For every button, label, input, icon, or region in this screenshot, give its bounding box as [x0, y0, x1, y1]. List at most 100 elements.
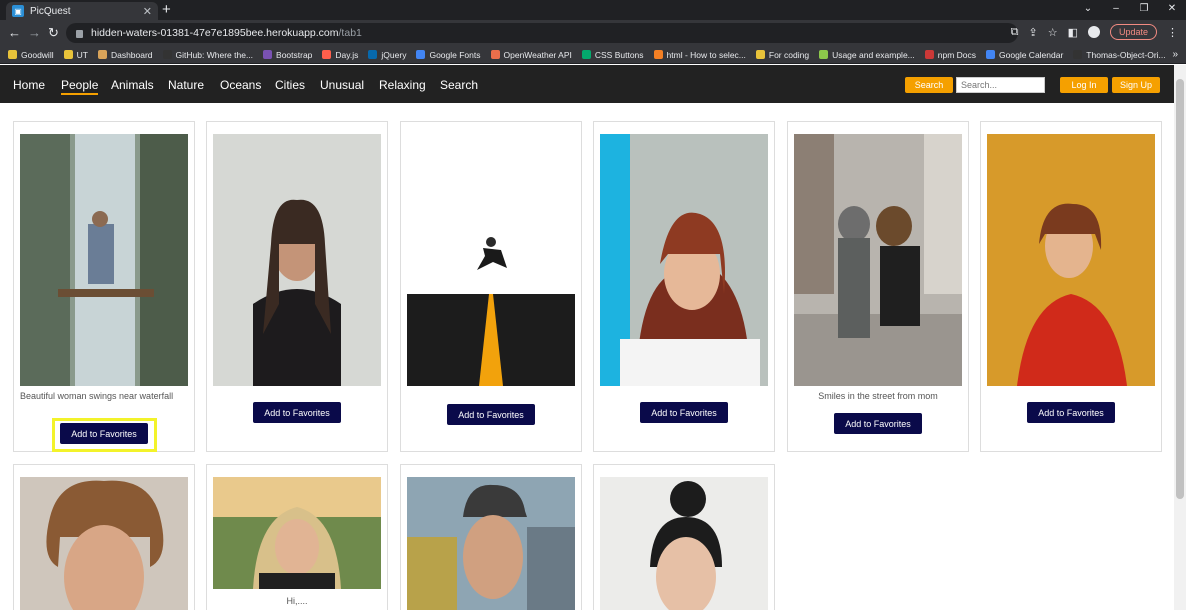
nav-nature[interactable]: Nature	[168, 78, 204, 92]
browser-toolbar: ← → ↻ hidden-waters-01381-47e7e1895bee.h…	[0, 20, 1186, 46]
new-tab-icon[interactable]: +	[162, 1, 171, 18]
bookmark-label: GitHub: Where the...	[175, 49, 254, 60]
login-button[interactable]: Log In	[1060, 77, 1108, 93]
bookmark-item[interactable]: Google Fonts	[416, 49, 481, 60]
search-input[interactable]	[956, 77, 1045, 93]
nav-cities[interactable]: Cities	[275, 78, 305, 92]
bookmark-label: html - How to selec...	[666, 49, 746, 60]
bookmark-icon	[322, 50, 332, 59]
nav-search[interactable]: Search	[440, 78, 478, 92]
nav-oceans[interactable]: Oceans	[220, 78, 261, 92]
profile-avatar[interactable]	[1087, 26, 1100, 38]
card-caption: Hi,....	[286, 596, 308, 606]
page-scrollbar[interactable]	[1174, 65, 1186, 610]
bookmark-item[interactable]: Day.js	[322, 50, 358, 60]
bookmark-star-icon[interactable]: ☆	[1048, 26, 1058, 39]
nav-home[interactable]: Home	[13, 78, 45, 92]
bookmark-icon	[416, 50, 426, 59]
nav-animals[interactable]: Animals	[111, 78, 154, 92]
nav-unusual[interactable]: Unusual	[320, 78, 364, 92]
bookmark-label: Google Fonts	[429, 49, 481, 60]
reload-icon[interactable]: ↻	[48, 25, 59, 41]
url-text: hidden-waters-01381-47e7e1895bee.herokua…	[91, 27, 362, 39]
add-to-favorites-button[interactable]: Add to Favorites	[640, 402, 728, 423]
bookmark-item[interactable]: Usage and example...	[819, 50, 915, 60]
install-icon[interactable]: ⧉	[1011, 26, 1019, 39]
card-photo	[987, 134, 1155, 386]
close-tab-icon[interactable]: ✕	[143, 5, 152, 18]
bookmark-item[interactable]: GitHub: Where the...	[162, 49, 254, 60]
bookmark-icon	[368, 50, 378, 59]
nav-relaxing[interactable]: Relaxing	[379, 78, 426, 92]
bookmark-item[interactable]: Dashboard	[97, 49, 153, 60]
share-icon[interactable]: ⇪	[1028, 26, 1037, 39]
restore-icon[interactable]: ❐	[1130, 0, 1158, 20]
card-photo	[20, 477, 188, 610]
tab-search-icon[interactable]: ⌄	[1074, 0, 1102, 20]
bookmark-item[interactable]: UT	[63, 50, 88, 60]
bookmark-item[interactable]: For coding	[755, 49, 810, 60]
bookmark-icon	[97, 50, 107, 59]
photo-card: Beautiful woman swings near waterfall Ad…	[13, 121, 195, 452]
card-caption: Beautiful woman swings near waterfall	[20, 391, 174, 401]
bookmark-label: For coding	[768, 49, 810, 60]
photo-card: Add to Favorites	[400, 121, 582, 452]
bookmark-icon	[162, 50, 172, 59]
card-photo	[213, 134, 381, 386]
card-photo	[794, 134, 962, 386]
photo-card	[593, 464, 775, 610]
card-photo	[600, 477, 768, 610]
bookmark-icon	[63, 50, 73, 59]
bookmark-item[interactable]: html - How to selec...	[653, 49, 746, 60]
search-button[interactable]: Search	[905, 77, 953, 93]
bookmark-item[interactable]: Thomas-Object-Ori...	[1073, 50, 1166, 60]
update-button[interactable]: Update	[1109, 24, 1157, 40]
add-to-favorites-button[interactable]: Add to Favorites	[253, 402, 341, 423]
photo-card: Smiles in the street from mom Add to Fav…	[787, 121, 969, 452]
signup-button[interactable]: Sign Up	[1112, 77, 1160, 93]
bookmark-label: CSS Buttons	[594, 49, 644, 60]
site-navbar: Home People Animals Nature Oceans Cities…	[0, 65, 1174, 103]
bookmark-item[interactable]: CSS Buttons	[581, 49, 644, 60]
minimize-icon[interactable]: –	[1102, 0, 1130, 20]
bookmark-label: Dashboard	[110, 49, 153, 60]
nav-people[interactable]: People	[61, 78, 99, 95]
lock-icon[interactable]	[76, 30, 83, 38]
browser-tab[interactable]: ▣ PicQuest ✕	[6, 2, 158, 20]
bookmark-icon	[819, 50, 829, 59]
address-bar[interactable]: hidden-waters-01381-47e7e1895bee.herokua…	[66, 23, 1018, 43]
bookmarks-overflow-icon[interactable]: »	[1172, 49, 1178, 60]
add-to-favorites-button[interactable]: Add to Favorites	[834, 413, 922, 434]
card-photo	[20, 134, 188, 386]
bookmark-item[interactable]: Google Calendar	[986, 50, 1063, 60]
back-icon[interactable]: ←	[8, 25, 21, 40]
bookmark-label: Usage and example...	[832, 49, 915, 60]
card-photo	[600, 134, 768, 386]
add-to-favorites-button[interactable]: Add to Favorites	[447, 404, 535, 425]
bookmark-item[interactable]: Bootstrap	[263, 50, 312, 60]
bookmark-label: Day.js	[335, 49, 359, 60]
bookmark-item[interactable]: Goodwill	[8, 50, 54, 60]
add-to-favorites-button[interactable]: Add to Favorites	[1027, 402, 1115, 423]
bookmark-icon	[8, 50, 17, 59]
tab-title: PicQuest	[30, 5, 71, 17]
menu-icon[interactable]: ⋮	[1167, 26, 1178, 39]
bookmark-icon	[986, 50, 996, 59]
bookmark-icon	[755, 50, 765, 59]
bookmark-item[interactable]: OpenWeather API	[490, 50, 572, 60]
side-panel-icon[interactable]: ◧	[1068, 26, 1078, 39]
photo-card: Hi,....	[206, 464, 388, 610]
close-window-icon[interactable]: ✕	[1158, 0, 1186, 20]
forward-icon[interactable]: →	[28, 25, 41, 40]
bookmark-item[interactable]: npm Docs	[924, 50, 976, 60]
bookmark-icon	[490, 50, 500, 59]
bookmark-icon	[924, 50, 934, 59]
bookmark-item[interactable]: jQuery	[368, 50, 406, 60]
card-photo	[407, 477, 575, 610]
highlight-box	[52, 418, 157, 452]
browser-tab-bar: ▣ PicQuest ✕ + ⌄ – ❐ ✕	[0, 0, 1186, 20]
site-favicon-icon: ▣	[12, 5, 24, 17]
photo-card	[400, 464, 582, 610]
scroll-thumb[interactable]	[1176, 79, 1184, 499]
card-photo	[213, 477, 381, 589]
